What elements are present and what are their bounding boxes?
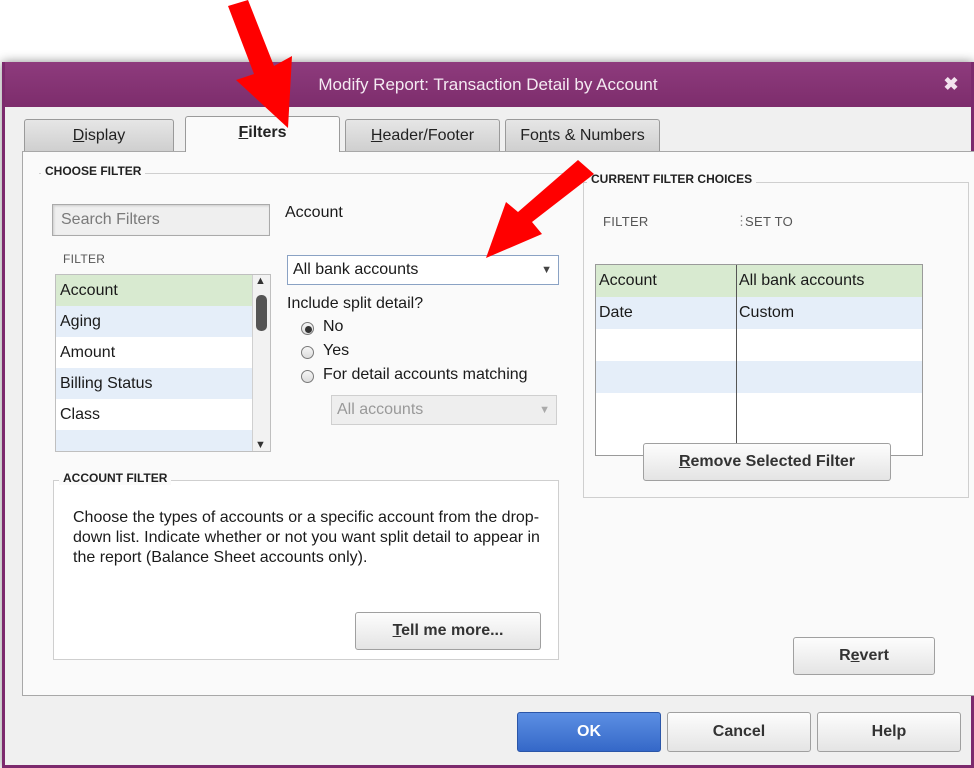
filter-list-scrollbar[interactable]: ▲ ▼ — [252, 275, 270, 451]
table-row — [596, 393, 922, 425]
annotation-arrow-filters — [228, 0, 292, 128]
tell-me-more-button[interactable]: Tell me more... — [355, 612, 541, 650]
list-item[interactable]: Class — [56, 399, 270, 430]
cf-col-filter: FILTER — [603, 214, 649, 229]
radio-detail-circle[interactable] — [301, 370, 314, 383]
list-item[interactable]: Billing Status — [56, 368, 270, 399]
close-icon[interactable]: ✖ — [939, 73, 963, 95]
table-row[interactable]: Date Custom — [596, 297, 922, 329]
radio-no-circle[interactable] — [301, 322, 314, 335]
radio-yes[interactable]: Yes — [301, 342, 501, 362]
matching-accounts-dropdown[interactable]: All accounts ▼ — [331, 395, 557, 425]
account-filter-description: Choose the types of accounts or a specif… — [73, 509, 540, 566]
radio-checked-dot — [305, 326, 312, 333]
cf-col-set-to: SET TO — [745, 214, 794, 229]
revert-button[interactable]: Revert — [793, 637, 935, 675]
table-row — [596, 329, 922, 361]
radio-no[interactable]: No — [301, 318, 501, 338]
scroll-up-icon[interactable]: ▲ — [255, 275, 266, 287]
choose-filter-label: CHOOSE FILTER — [41, 164, 146, 178]
split-detail-question: Include split detail? — [287, 295, 424, 312]
matching-accounts-value: All accounts — [337, 401, 424, 418]
scroll-thumb[interactable] — [256, 295, 267, 331]
list-item[interactable]: Aging — [56, 306, 270, 337]
annotation-arrow-account — [486, 160, 594, 258]
tab-display[interactable]: Display — [24, 119, 174, 151]
help-button[interactable]: Help — [817, 712, 961, 752]
remove-selected-filter-button[interactable]: Remove Selected Filter — [643, 443, 891, 481]
list-item[interactable]: Amount — [56, 337, 270, 368]
radio-yes-circle[interactable] — [301, 346, 314, 359]
window-title: Modify Report: Transaction Detail by Acc… — [318, 75, 658, 94]
chevron-down-icon: ▼ — [539, 404, 550, 416]
ok-button[interactable]: OK — [517, 712, 661, 752]
table-row — [596, 361, 922, 393]
account-filter-label: ACCOUNT FILTER — [59, 471, 172, 485]
current-filter-table[interactable]: Account All bank accounts Date Custom — [595, 264, 923, 456]
current-filter-choices-label: CURRENT FILTER CHOICES — [587, 172, 757, 186]
title-bar[interactable]: Modify Report: Transaction Detail by Acc… — [5, 62, 971, 107]
radio-detail-matching[interactable]: For detail accounts matching — [301, 366, 561, 386]
cf-column-divider — [736, 265, 737, 455]
list-item[interactable]: Account — [56, 275, 270, 306]
chevron-down-icon: ▼ — [541, 264, 552, 276]
cancel-button[interactable]: Cancel — [667, 712, 811, 752]
account-dropdown-value: All bank accounts — [293, 261, 419, 278]
filter-list[interactable]: Account Aging Amount Billing Status Clas… — [55, 274, 271, 452]
scroll-down-icon[interactable]: ▼ — [255, 439, 266, 451]
tab-header-footer[interactable]: Header/Footer — [345, 119, 500, 151]
list-item — [56, 430, 270, 451]
filter-list-header: FILTER — [63, 252, 106, 266]
account-label: Account — [285, 204, 343, 221]
table-row[interactable]: Account All bank accounts — [596, 265, 922, 297]
search-filters-input[interactable] — [52, 204, 270, 236]
tab-fonts-numbers[interactable]: Fonts & Numbers — [505, 119, 660, 151]
